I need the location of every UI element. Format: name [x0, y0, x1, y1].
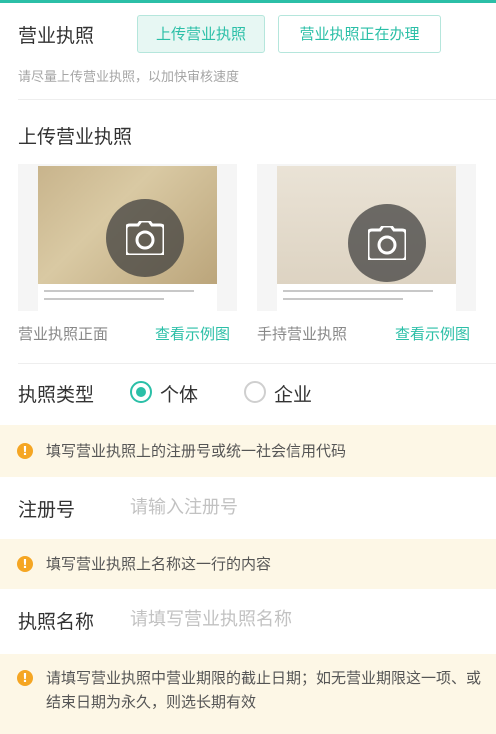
radio-enterprise[interactable]: 企业 — [244, 380, 324, 406]
divider — [18, 363, 496, 364]
camera-icon — [368, 226, 406, 260]
license-type-label: 执照类型 — [18, 384, 95, 406]
registration-notice: ! 填写营业执照上的注册号或统一社会信用代码 — [0, 425, 496, 477]
radio-checked-icon — [130, 381, 152, 403]
radio-individual[interactable]: 个体 — [130, 380, 210, 406]
license-name-notice: ! 填写营业执照上名称这一行的内容 — [0, 539, 496, 589]
info-icon: ! — [17, 556, 33, 572]
divider — [18, 99, 496, 100]
license-front-label: 营业执照正面 — [18, 325, 109, 343]
upload-hint: 请尽量上传营业执照，以加快审核速度 — [18, 70, 240, 85]
radio-label: 个体 — [160, 384, 199, 406]
view-sample-link-holding[interactable]: 查看示例图 — [395, 323, 470, 344]
view-sample-link-front[interactable]: 查看示例图 — [155, 323, 230, 344]
holding-license-upload[interactable] — [257, 164, 476, 311]
notice-text: 填写营业执照上名称这一行的内容 — [46, 555, 272, 573]
holding-license-label: 手持营业执照 — [257, 325, 348, 343]
camera-button[interactable] — [106, 199, 184, 277]
license-name-input[interactable] — [130, 601, 470, 637]
info-icon: ! — [17, 443, 33, 459]
upload-license-option[interactable]: 上传营业执照 — [137, 15, 265, 53]
caption-line — [283, 290, 433, 292]
upload-section-title: 上传营业执照 — [18, 126, 133, 148]
camera-icon — [126, 221, 164, 255]
caption-line — [283, 298, 403, 300]
license-option-row: 营业执照 上传营业执照 营业执照正在办理 — [0, 3, 496, 63]
camera-button[interactable] — [348, 204, 426, 282]
registration-field: 注册号 — [0, 477, 496, 539]
notice-text: 填写营业执照上的注册号或统一社会信用代码 — [46, 442, 347, 460]
registration-input[interactable] — [130, 489, 470, 525]
sample-image — [277, 166, 456, 311]
radio-unchecked-icon — [244, 381, 266, 403]
notice-text: 请填写营业执照中营业期限的截止日期；如无营业期限这一项、或结束日期为永久，则选长… — [46, 669, 482, 711]
registration-label: 注册号 — [18, 499, 76, 521]
license-title: 营业执照 — [18, 25, 95, 47]
license-front-upload[interactable] — [18, 164, 237, 311]
license-name-field: 执照名称 — [0, 589, 496, 654]
caption-line — [44, 298, 164, 300]
license-name-label: 执照名称 — [18, 611, 95, 633]
license-period-notice: ! 请填写营业执照中营业期限的截止日期；如无营业期限这一项、或结束日期为永久，则… — [0, 654, 496, 734]
caption-line — [44, 290, 194, 292]
sample-image — [38, 166, 217, 311]
radio-label: 企业 — [274, 384, 313, 406]
info-icon: ! — [17, 670, 33, 686]
license-in-process-option[interactable]: 营业执照正在办理 — [278, 15, 441, 53]
